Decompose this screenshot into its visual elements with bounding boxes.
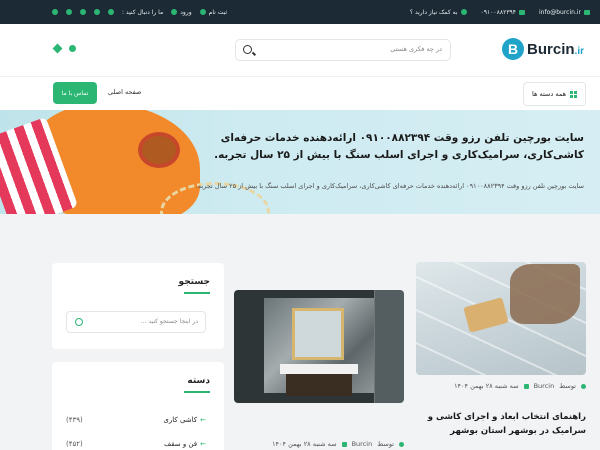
login-icon (171, 9, 178, 15)
category-item[interactable]: ←کاشی کاری (۴۳۹) (66, 416, 206, 430)
title-underline (184, 292, 210, 294)
sidebar-categories-widget: دسته ←کاشی کاری (۴۳۹) ←فن و سقف (۴۵۲) (52, 362, 224, 450)
post-thumbnail-tiling[interactable] (416, 262, 586, 375)
author-prefix: توسط (377, 440, 394, 448)
hero-banner: سایت بورچین تلفن رزو وقت ۰۹۱۰۰۸۸۲۳۹۴ ارا… (0, 110, 600, 214)
sidebar-search-placeholder: در اینجا جستجو کنید ... (140, 318, 198, 325)
post-card[interactable]: توسط Burcin سه شنبه ۲۸ بهمن ۱۴۰۴ (234, 290, 404, 450)
arrow-left-icon: ← (200, 416, 206, 424)
logo-main: Burcin (527, 40, 575, 58)
register-link[interactable]: ثبت نام (199, 8, 228, 16)
post-meta: توسط Burcin سه شنبه ۲۸ بهمن ۱۴۰۴ (454, 382, 586, 390)
register-text: ثبت نام (208, 8, 228, 16)
all-categories-button[interactable]: همه دسته ها (523, 82, 586, 106)
logo-suffix: .ir (574, 45, 584, 57)
post-date: سه شنبه ۲۸ بهمن ۱۴۰۴ (272, 440, 337, 448)
glass-partition (374, 290, 404, 403)
post-date: سه شنبه ۲۸ بهمن ۱۴۰۴ (454, 382, 519, 390)
mirror (292, 308, 344, 360)
category-count: (۴۵۲) (66, 440, 83, 448)
title-underline (184, 391, 210, 393)
sidebar-search-title: جستجو (178, 277, 210, 287)
category-name: ←فن و سقف (164, 440, 206, 448)
top-bar: info@burcin.ir ۰۹۱۰۰۸۸۲۳۹۴ به کمک نیاز د… (0, 0, 600, 24)
whatsapp-icon[interactable] (80, 9, 86, 15)
sink (280, 364, 358, 374)
telegram-icon[interactable] (66, 9, 72, 15)
youtube-icon[interactable] (108, 9, 114, 15)
email-link[interactable]: info@burcin.ir (539, 9, 590, 16)
calendar-icon (523, 383, 529, 389)
header-search-placeholder: در چه فکری هستی (390, 45, 442, 53)
instagram-icon[interactable] (52, 9, 58, 15)
contact-us-button[interactable]: تماس با ما (53, 82, 97, 104)
all-categories-label: همه دسته ها (532, 90, 566, 98)
wishlist-heart-icon[interactable] (52, 43, 63, 54)
phone-text: ۰۹۱۰۰۸۸۲۳۹۴ (480, 8, 516, 16)
sidebar-search-widget: جستجو در اینجا جستجو کنید ... (52, 263, 224, 349)
site-header: B Burcin.ir در چه فکری هستی (0, 24, 600, 76)
category-name: ←کاشی کاری (163, 416, 206, 424)
nav-home-link[interactable]: صفحه اصلی (108, 88, 141, 96)
post-author[interactable]: Burcin (534, 382, 555, 390)
search-icon[interactable] (243, 45, 252, 54)
category-count: (۴۳۹) (66, 416, 83, 424)
search-icon[interactable] (75, 318, 83, 326)
post-thumbnail-bathroom[interactable] (234, 290, 404, 403)
sidebar-search-input[interactable]: در اینجا جستجو کنید ... (66, 311, 206, 333)
logo-badge: B (502, 38, 525, 60)
twitter-icon[interactable] (94, 9, 100, 15)
author-icon (399, 441, 404, 447)
post-card[interactable]: توسط Burcin سه شنبه ۲۸ بهمن ۱۴۰۴ راهنمای… (416, 262, 586, 450)
user-account-icon[interactable] (69, 45, 76, 52)
worker-figure (510, 264, 580, 324)
email-icon (584, 9, 590, 15)
arrow-left-icon: ← (200, 440, 206, 448)
banner-title: سایت بورچین تلفن رزو وقت ۰۹۱۰۰۸۸۲۳۹۴ ارا… (214, 132, 584, 161)
login-text: ورود (180, 8, 192, 16)
help-text: به کمک نیاز دارید ؟ (409, 8, 458, 16)
header-search-input[interactable]: در چه فکری هستی (235, 39, 451, 61)
post-meta: توسط Burcin سه شنبه ۲۸ بهمن ۱۴۰۴ (272, 440, 404, 448)
grid-icon (570, 90, 577, 98)
author-prefix: توسط (559, 382, 576, 390)
phone-link[interactable]: ۰۹۱۰۰۸۸۲۳۹۴ (481, 9, 525, 16)
site-logo[interactable]: B Burcin.ir (502, 36, 584, 62)
post-title[interactable]: راهنمای انتخاب ابعاد و اجرای کاشی و سرام… (416, 410, 586, 438)
main-navigation: همه دسته ها صفحه اصلی تماس با ما (0, 76, 600, 110)
phone-icon (518, 9, 525, 15)
category-item[interactable]: ←فن و سقف (۴۵۲) (66, 440, 206, 450)
calendar-icon (341, 441, 347, 447)
post-author[interactable]: Burcin (352, 440, 373, 448)
category-label: فن و سقف (163, 440, 198, 448)
category-label: کاشی کاری (163, 416, 198, 424)
help-icon (460, 9, 467, 15)
logo-text: Burcin.ir (527, 41, 584, 58)
help-link[interactable]: به کمک نیاز دارید ؟ (410, 9, 467, 16)
follow-us-label: ما را دنبال کنید : (122, 8, 164, 16)
email-text: info@burcin.ir (538, 8, 581, 16)
author-icon (581, 383, 586, 389)
login-link[interactable]: ورود (171, 8, 192, 16)
register-icon (199, 9, 206, 15)
sidebar-categories-title: دسته (187, 376, 210, 386)
vanity-cabinet (286, 374, 352, 396)
banner-subtitle: سایت بورچین تلفن رزو وقت ۰۹۱۰۰۸۸۲۳۹۴ ارا… (195, 182, 584, 190)
